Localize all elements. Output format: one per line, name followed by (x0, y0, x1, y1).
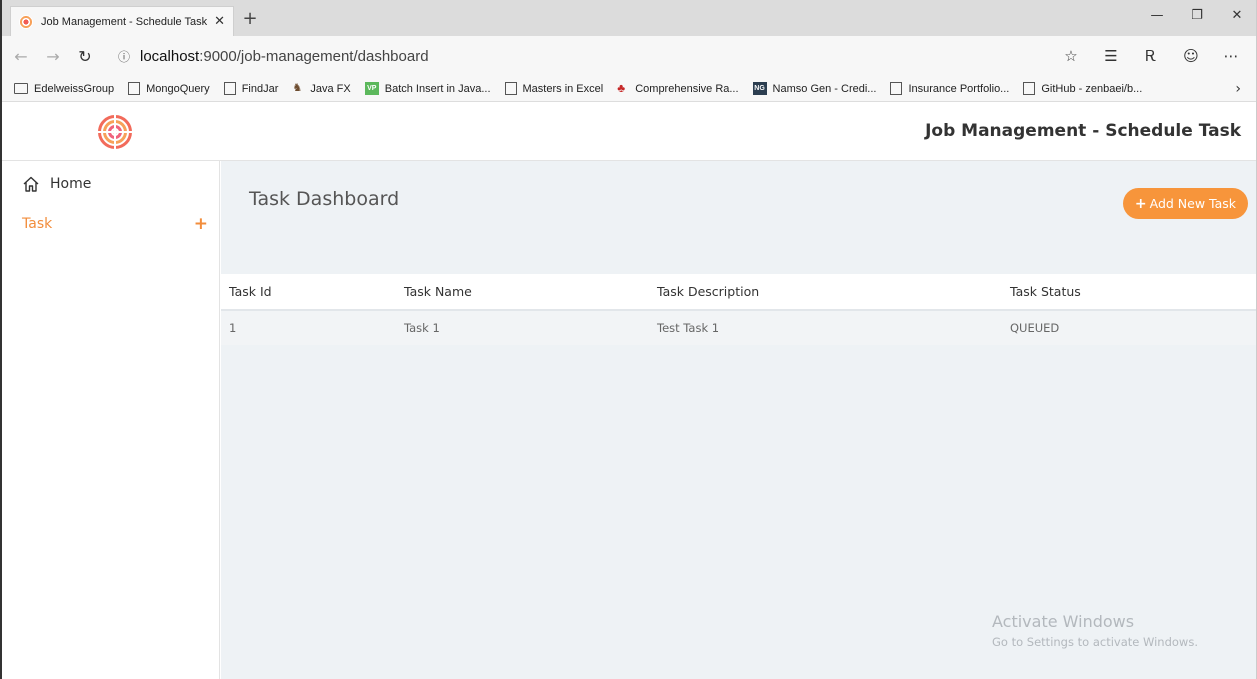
favorite-label: Namso Gen - Credi... (772, 82, 877, 95)
forward-icon[interactable]: → (40, 47, 66, 66)
back-icon[interactable]: ← (8, 47, 34, 66)
sidebar: Home Task + (2, 161, 220, 679)
favorite-label: Masters in Excel (522, 82, 604, 95)
favorite-item[interactable]: EdelweissGroup (14, 83, 114, 95)
add-new-task-button[interactable]: + Add New Task (1122, 188, 1248, 219)
url-path: :9000/job-management/dashboard (199, 47, 429, 65)
task-table: Task Id Task Name Task Description Task … (221, 274, 1256, 345)
ng-badge-icon: NG (752, 82, 767, 95)
app-favicon-icon (19, 14, 33, 29)
add-task-plus-icon[interactable]: + (194, 214, 208, 234)
page-icon (504, 82, 517, 95)
table-header-row: Task Id Task Name Task Description Task … (221, 274, 1256, 311)
app-title: Job Management - Schedule Task (925, 121, 1241, 141)
url-host: localhost (140, 47, 200, 65)
sidebar-item-home[interactable]: Home (22, 175, 91, 193)
toolbar-right: ☆ ☰ Ꭱ ☺ ⋯ (1051, 36, 1251, 76)
browser-window: Job Management - Schedule Task ✕ + — ❐ ✕… (0, 0, 1257, 679)
new-tab-button[interactable]: + (238, 8, 262, 29)
refresh-icon[interactable]: ↻ (72, 47, 98, 66)
favorite-label: GitHub - zenbaei/b... (1041, 82, 1143, 95)
profile-icon[interactable]: Ꭱ (1131, 47, 1171, 65)
favorites-bar: EdelweissGroup MongoQuery FindJar ♞ Java … (2, 76, 1256, 102)
folder-icon (14, 83, 28, 94)
window-controls: — ❐ ✕ (1137, 0, 1256, 30)
info-icon[interactable]: ⓘ (118, 48, 134, 65)
watermark-title: Activate Windows (992, 612, 1135, 631)
maple-leaf-icon: ♣ (617, 81, 626, 95)
address-bar: ← → ↻ ⓘ localhost:9000/job-management/da… (2, 36, 1256, 76)
favorite-label: Java FX (310, 82, 351, 95)
more-icon[interactable]: ⋯ (1211, 47, 1251, 65)
emoji-icon[interactable]: ☺ (1171, 47, 1211, 65)
browser-tab[interactable]: Job Management - Schedule Task ✕ (10, 6, 234, 36)
favorite-item[interactable]: Insurance Portfolio... (890, 82, 1009, 95)
favorite-label: Batch Insert in Java... (384, 82, 491, 95)
favorite-item[interactable]: FindJar (223, 82, 279, 95)
minimize-button[interactable]: — (1137, 0, 1177, 30)
horse-icon: ♞ (292, 82, 303, 94)
sidebar-item-label: Home (50, 176, 92, 192)
tab-strip: Job Management - Schedule Task ✕ + — ❐ ✕ (2, 0, 1256, 36)
home-icon (23, 176, 39, 192)
favorite-item[interactable]: ♞ Java FX (292, 82, 350, 95)
plus-icon: + (1134, 195, 1147, 212)
page-icon (223, 82, 236, 95)
column-header-task-id[interactable]: Task Id (221, 274, 396, 311)
page-title: Task Dashboard (249, 188, 400, 210)
column-header-task-status[interactable]: Task Status (1002, 274, 1256, 311)
url-field[interactable]: localhost:9000/job-management/dashboard (140, 48, 429, 65)
sidebar-item-label: Task (22, 216, 53, 232)
favorite-item[interactable]: NG Namso Gen - Credi... (752, 82, 877, 95)
tab-close-icon[interactable]: ✕ (214, 14, 225, 29)
app-header: Job Management - Schedule Task (2, 102, 1256, 161)
sidebar-item-task[interactable]: Task + (22, 214, 208, 234)
favorite-label: FindJar (241, 82, 279, 95)
favorite-item[interactable]: ♣ Comprehensive Ra... (617, 82, 738, 95)
page-icon (128, 82, 141, 95)
tab-title: Job Management - Schedule Task (41, 15, 208, 28)
favorite-star-icon[interactable]: ☆ (1051, 47, 1091, 65)
favorites-list-icon[interactable]: ☰ (1091, 47, 1131, 65)
favorite-item[interactable]: GitHub - zenbaei/b... (1023, 82, 1142, 95)
favorite-label: Comprehensive Ra... (635, 82, 739, 95)
cell-task-description: Test Task 1 (649, 310, 1002, 345)
favorite-item[interactable]: MongoQuery (128, 82, 210, 95)
column-header-task-description[interactable]: Task Description (649, 274, 1002, 311)
close-window-button[interactable]: ✕ (1217, 0, 1256, 30)
watermark-subtitle: Go to Settings to activate Windows. (992, 635, 1198, 649)
favorite-label: Insurance Portfolio... (908, 82, 1010, 95)
restore-button[interactable]: ❐ (1177, 0, 1217, 30)
column-header-task-name[interactable]: Task Name (396, 274, 649, 311)
cell-task-id: 1 (221, 310, 396, 345)
page-icon (1023, 82, 1036, 95)
cell-task-name: Task 1 (396, 310, 649, 345)
favorite-item[interactable]: VP Batch Insert in Java... (364, 82, 491, 95)
app-logo-icon[interactable] (98, 115, 132, 149)
main-content: Task Dashboard + Add New Task Task Id Ta… (221, 161, 1256, 679)
page-icon (890, 82, 903, 95)
add-new-task-label: Add New Task (1149, 196, 1236, 211)
favorite-item[interactable]: Masters in Excel (504, 82, 604, 95)
favorite-label: MongoQuery (146, 82, 210, 95)
activate-windows-watermark: Activate Windows Go to Settings to activ… (992, 612, 1198, 649)
favorite-label: EdelweissGroup (34, 82, 115, 95)
chevron-right-icon[interactable]: › (1235, 81, 1241, 97)
vp-badge-icon: VP (364, 82, 379, 95)
table-row[interactable]: 1 Task 1 Test Task 1 QUEUED (221, 310, 1256, 345)
cell-task-status: QUEUED (1002, 310, 1256, 345)
